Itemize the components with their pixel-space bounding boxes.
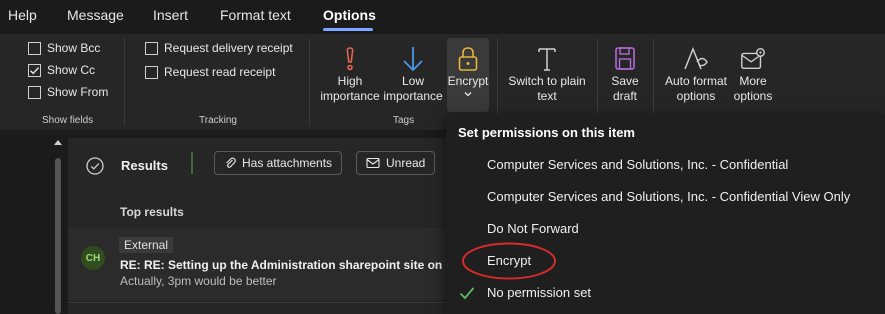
checkbox-box[interactable] bbox=[145, 65, 158, 79]
ribbon-divider bbox=[497, 38, 498, 126]
switch-to-plain-label-1: Switch to plain bbox=[508, 74, 586, 88]
active-tab-indicator bbox=[323, 28, 373, 31]
scrollbar[interactable] bbox=[54, 140, 62, 314]
high-importance-label-2: importance bbox=[320, 89, 380, 103]
checkbox-box[interactable] bbox=[28, 41, 41, 55]
show-from-checkbox[interactable]: Show From bbox=[28, 85, 108, 99]
more-options-label-1: More bbox=[739, 74, 767, 88]
encrypt-label: Encrypt bbox=[447, 74, 489, 88]
has-attachments-filter[interactable]: Has attachments bbox=[214, 151, 343, 175]
message-preview: Actually, 3pm would be better bbox=[120, 274, 277, 288]
lock-icon bbox=[454, 44, 482, 74]
auto-format-options-button[interactable]: Auto format options bbox=[660, 44, 732, 104]
show-fields-group: Show Bcc Show Cc Show From bbox=[28, 41, 108, 99]
tab-format-text[interactable]: Format text bbox=[220, 7, 291, 23]
selected-checkmark-icon bbox=[459, 287, 475, 300]
tab-message[interactable]: Message bbox=[67, 7, 124, 23]
text-format-icon bbox=[533, 44, 561, 74]
low-importance-label-1: Low bbox=[401, 74, 424, 88]
results-divider bbox=[191, 152, 193, 174]
request-delivery-receipt-label: Request delivery receipt bbox=[164, 41, 293, 55]
scrollbar-thumb[interactable] bbox=[55, 158, 61, 314]
show-bcc-checkbox[interactable]: Show Bcc bbox=[28, 41, 108, 55]
show-from-label: Show From bbox=[47, 85, 109, 99]
request-delivery-receipt-checkbox[interactable]: Request delivery receipt bbox=[145, 41, 293, 55]
save-draft-button[interactable]: Save draft bbox=[603, 44, 647, 104]
checkbox-box-checked[interactable] bbox=[28, 63, 41, 77]
tab-insert[interactable]: Insert bbox=[153, 7, 188, 23]
encrypt-permissions-menu bbox=[446, 114, 885, 314]
auto-format-label-2: options bbox=[676, 89, 716, 103]
show-cc-label: Show Cc bbox=[47, 63, 96, 77]
auto-format-label-1: Auto format bbox=[664, 74, 728, 88]
avatar: CH bbox=[81, 246, 105, 270]
checkbox-box[interactable] bbox=[28, 85, 41, 99]
encrypt-button[interactable]: Encrypt bbox=[446, 44, 490, 99]
show-bcc-label: Show Bcc bbox=[47, 41, 101, 55]
ribbon-divider bbox=[309, 38, 310, 126]
save-icon bbox=[611, 44, 639, 74]
arrow-down-icon bbox=[399, 44, 427, 74]
ribbon-tab-bar bbox=[0, 0, 885, 34]
unread-label: Unread bbox=[386, 156, 426, 170]
exclamation-icon bbox=[336, 44, 364, 74]
permissions-menu-header: Set permissions on this item bbox=[458, 125, 635, 140]
tracking-group: Request delivery receipt Request read re… bbox=[145, 41, 293, 79]
has-attachments-label: Has attachments bbox=[242, 156, 333, 170]
show-fields-group-label: Show fields bbox=[42, 115, 94, 126]
switch-to-plain-text-button[interactable]: Switch to plain text bbox=[503, 44, 591, 104]
menu-item-confidential-view-only[interactable]: Computer Services and Solutions, Inc. - … bbox=[487, 189, 850, 204]
ribbon-divider bbox=[653, 38, 654, 126]
highlight-circle-annotation bbox=[462, 242, 556, 280]
results-label: Results bbox=[121, 158, 168, 173]
menu-item-confidential[interactable]: Computer Services and Solutions, Inc. - … bbox=[487, 157, 788, 172]
menu-item-do-not-forward[interactable]: Do Not Forward bbox=[487, 221, 579, 236]
save-draft-label-2: draft bbox=[612, 89, 637, 103]
ribbon-divider bbox=[124, 38, 125, 126]
envelope-icon bbox=[366, 157, 380, 169]
paperclip-icon bbox=[226, 157, 236, 168]
external-badge: External bbox=[119, 237, 174, 253]
request-read-receipt-label: Request read receipt bbox=[164, 65, 276, 79]
auto-format-icon bbox=[682, 44, 710, 74]
mail-settings-icon bbox=[739, 44, 767, 74]
tab-options[interactable]: Options bbox=[323, 7, 376, 23]
message-subject: RE: RE: Setting up the Administration sh… bbox=[120, 258, 444, 272]
unread-filter[interactable]: Unread bbox=[356, 151, 436, 175]
switch-to-plain-label-2: text bbox=[537, 89, 557, 103]
ribbon-divider bbox=[597, 38, 598, 126]
low-importance-button[interactable]: Low importance bbox=[382, 44, 444, 104]
checkmark-icon bbox=[30, 66, 40, 74]
tags-group-label: Tags bbox=[393, 115, 415, 126]
menu-item-no-permission-set[interactable]: No permission set bbox=[487, 285, 591, 300]
high-importance-button[interactable]: High importance bbox=[318, 44, 382, 104]
top-results-header: Top results bbox=[120, 205, 184, 219]
checkbox-box[interactable] bbox=[145, 41, 158, 55]
low-importance-label-2: importance bbox=[383, 89, 443, 103]
tab-help[interactable]: Help bbox=[8, 7, 37, 23]
more-options-label-2: options bbox=[733, 89, 773, 103]
tracking-group-label: Tracking bbox=[199, 115, 237, 126]
save-draft-label-1: Save bbox=[611, 74, 639, 88]
check-circle-icon bbox=[86, 157, 104, 175]
select-all-checkbox[interactable] bbox=[86, 157, 104, 175]
scroll-up-arrow-icon[interactable] bbox=[54, 138, 62, 146]
high-importance-label-1: High bbox=[337, 74, 363, 88]
show-cc-checkbox[interactable]: Show Cc bbox=[28, 63, 108, 77]
chevron-down-icon bbox=[464, 92, 472, 97]
request-read-receipt-checkbox[interactable]: Request read receipt bbox=[145, 65, 293, 79]
row-divider bbox=[68, 302, 446, 303]
more-options-button[interactable]: More options bbox=[731, 44, 775, 104]
